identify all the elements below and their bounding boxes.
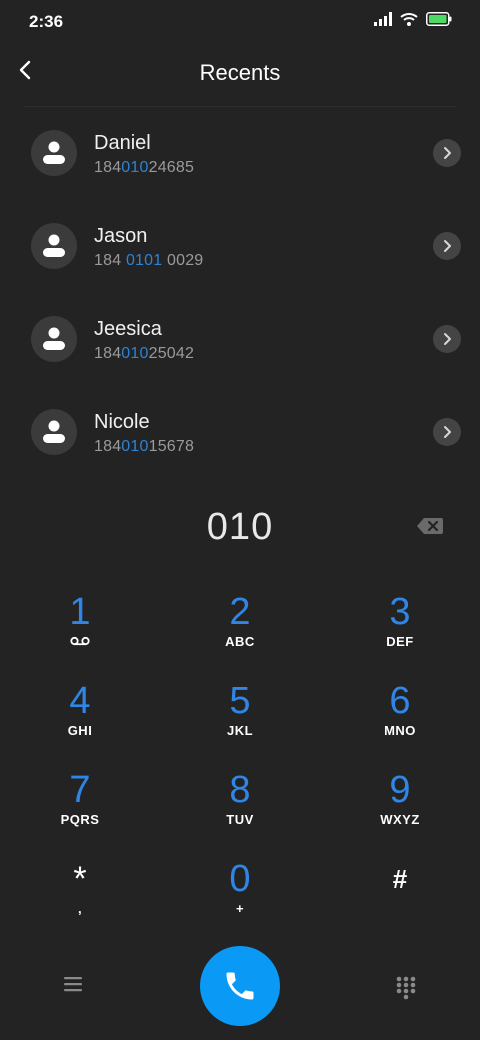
key-digit: * [73,860,87,898]
key-hash[interactable]: # [320,857,480,946]
phone-icon [226,972,254,1000]
key-letters: + [235,901,245,916]
menu-button[interactable] [62,974,84,994]
key-2[interactable]: 2 ABC [160,590,320,679]
key-digit: 5 [229,680,251,722]
avatar [31,223,77,269]
key-5[interactable]: 5 JKL [160,679,320,768]
chevron-right-icon [444,147,451,159]
call-button[interactable] [200,946,280,1026]
backspace-button[interactable] [416,516,444,536]
header: Recents [0,44,480,106]
key-digit: 9 [389,769,411,811]
contact-number: 184 0101 0029 [94,252,204,269]
menu-icon [64,977,82,992]
key-8[interactable]: 8 TUV [160,768,320,857]
key-letters: PQRS [60,812,100,827]
key-letters: , [77,901,83,916]
key-digit: 6 [389,680,411,722]
contact-detail-button[interactable] [433,325,461,353]
contact-row-jeesica[interactable]: Jeesica 18401025042 [0,293,480,386]
key-star[interactable]: * , [0,857,160,946]
key-digit: 7 [69,769,91,811]
key-6[interactable]: 6 MNO [320,679,480,768]
wifi-icon [400,13,418,26]
avatar [31,130,77,176]
battery-icon [426,12,452,26]
status-time: 2:36 [29,12,64,31]
contact-number: 18401015678 [94,438,195,455]
status-bar: 2:36 [0,0,480,44]
signal-icon [374,12,392,26]
contact-detail-button[interactable] [433,232,461,260]
avatar [31,409,77,455]
dialed-number: 010 [206,506,274,548]
bottom-bar [0,944,480,1040]
contact-detail-button[interactable] [433,418,461,446]
contact-number: 18401024685 [94,159,195,176]
key-4[interactable]: 4 GHI [0,679,160,768]
chevron-right-icon [444,333,451,345]
key-0[interactable]: 0 + [160,857,320,946]
chevron-right-icon [444,240,451,252]
key-digit: 2 [229,591,251,633]
status-icons [374,12,452,26]
contact-name: Jeesica [94,318,162,340]
contact-detail-button[interactable] [433,139,461,167]
key-letters: WXYZ [380,812,420,827]
key-letters: TUV [226,812,254,827]
key-letters: DEF [386,634,414,649]
contact-name: Jason [94,225,148,247]
key-letters: JKL [226,723,254,738]
contact-name: Nicole [94,411,150,433]
keypad: 1 2 ABC 3 DEF 4 GHI 5 JKL 6 MNO 7 PQRS 8… [0,590,480,946]
person-icon [43,234,65,257]
key-letters: GHI [67,723,93,738]
key-digit: # [392,864,408,894]
key-digit: 1 [69,591,91,633]
key-digit: 4 [69,680,91,722]
key-letters: ABC [225,634,255,649]
contact-number: 18401025042 [94,345,195,362]
person-icon [43,327,65,350]
key-digit: 3 [389,591,411,633]
chevron-right-icon [444,426,451,438]
contact-list: Daniel 18401024685 Jason 184 0101 0029 J… [0,107,480,479]
key-digit: 0 [229,858,251,900]
key-3[interactable]: 3 DEF [320,590,480,679]
dialed-number-area: 010 [0,500,480,560]
key-digit: 8 [229,769,251,811]
page-title: Recents [199,60,281,85]
voicemail-icon [70,636,90,646]
key-9[interactable]: 9 WXYZ [320,768,480,857]
person-icon [43,420,65,443]
key-7[interactable]: 7 PQRS [0,768,160,857]
contact-row-daniel[interactable]: Daniel 18401024685 [0,107,480,200]
avatar [31,316,77,362]
contact-row-nicole[interactable]: Nicole 18401015678 [0,386,480,479]
person-icon [43,141,65,164]
dialpad-button[interactable] [395,975,417,1001]
contact-row-jason[interactable]: Jason 184 0101 0029 [0,200,480,293]
key-letters [0,634,160,650]
contact-name: Daniel [94,132,151,154]
key-1[interactable]: 1 [0,590,160,679]
backspace-icon [417,518,443,534]
key-letters: MNO [384,723,416,738]
key-letters [320,901,480,917]
dialpad-icon [396,976,416,1000]
